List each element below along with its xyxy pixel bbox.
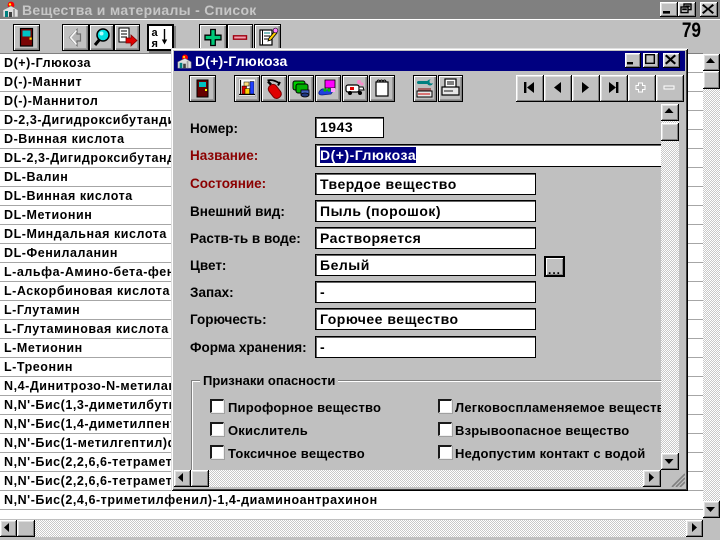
svg-text:я: я xyxy=(152,38,158,49)
